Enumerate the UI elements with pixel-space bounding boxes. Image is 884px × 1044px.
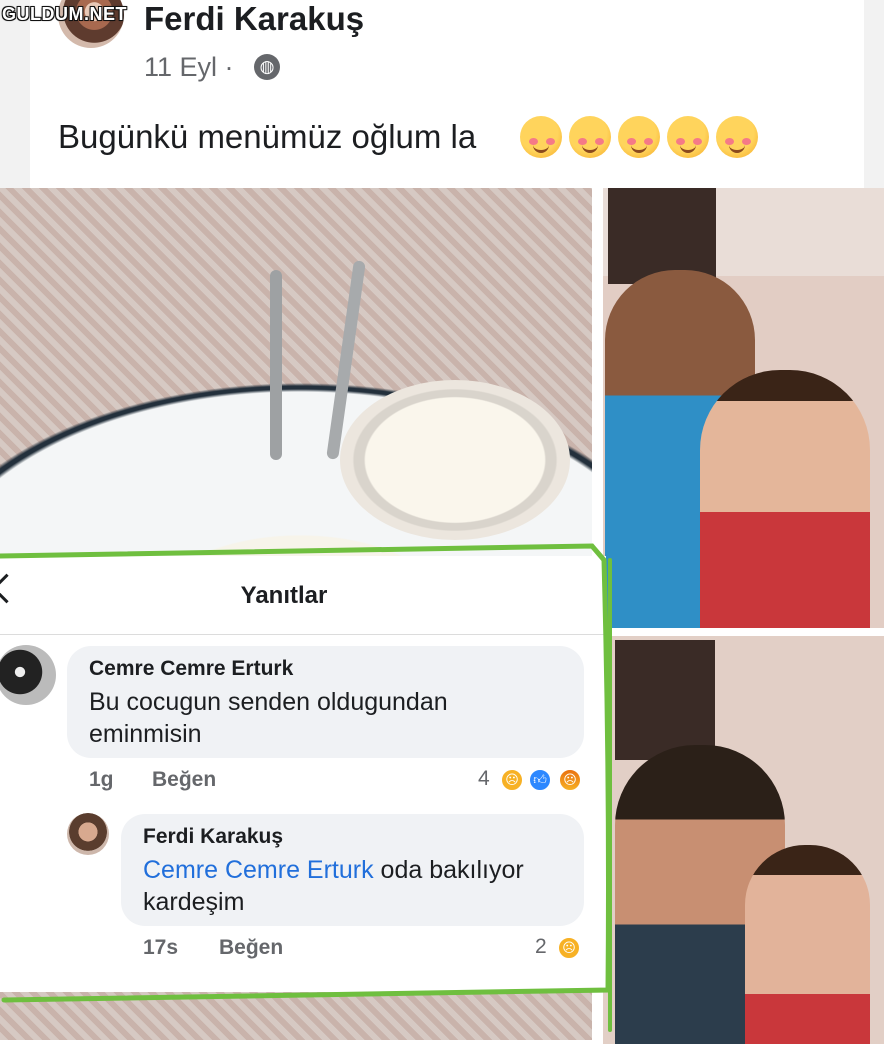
highlight-outline	[0, 543, 612, 1032]
